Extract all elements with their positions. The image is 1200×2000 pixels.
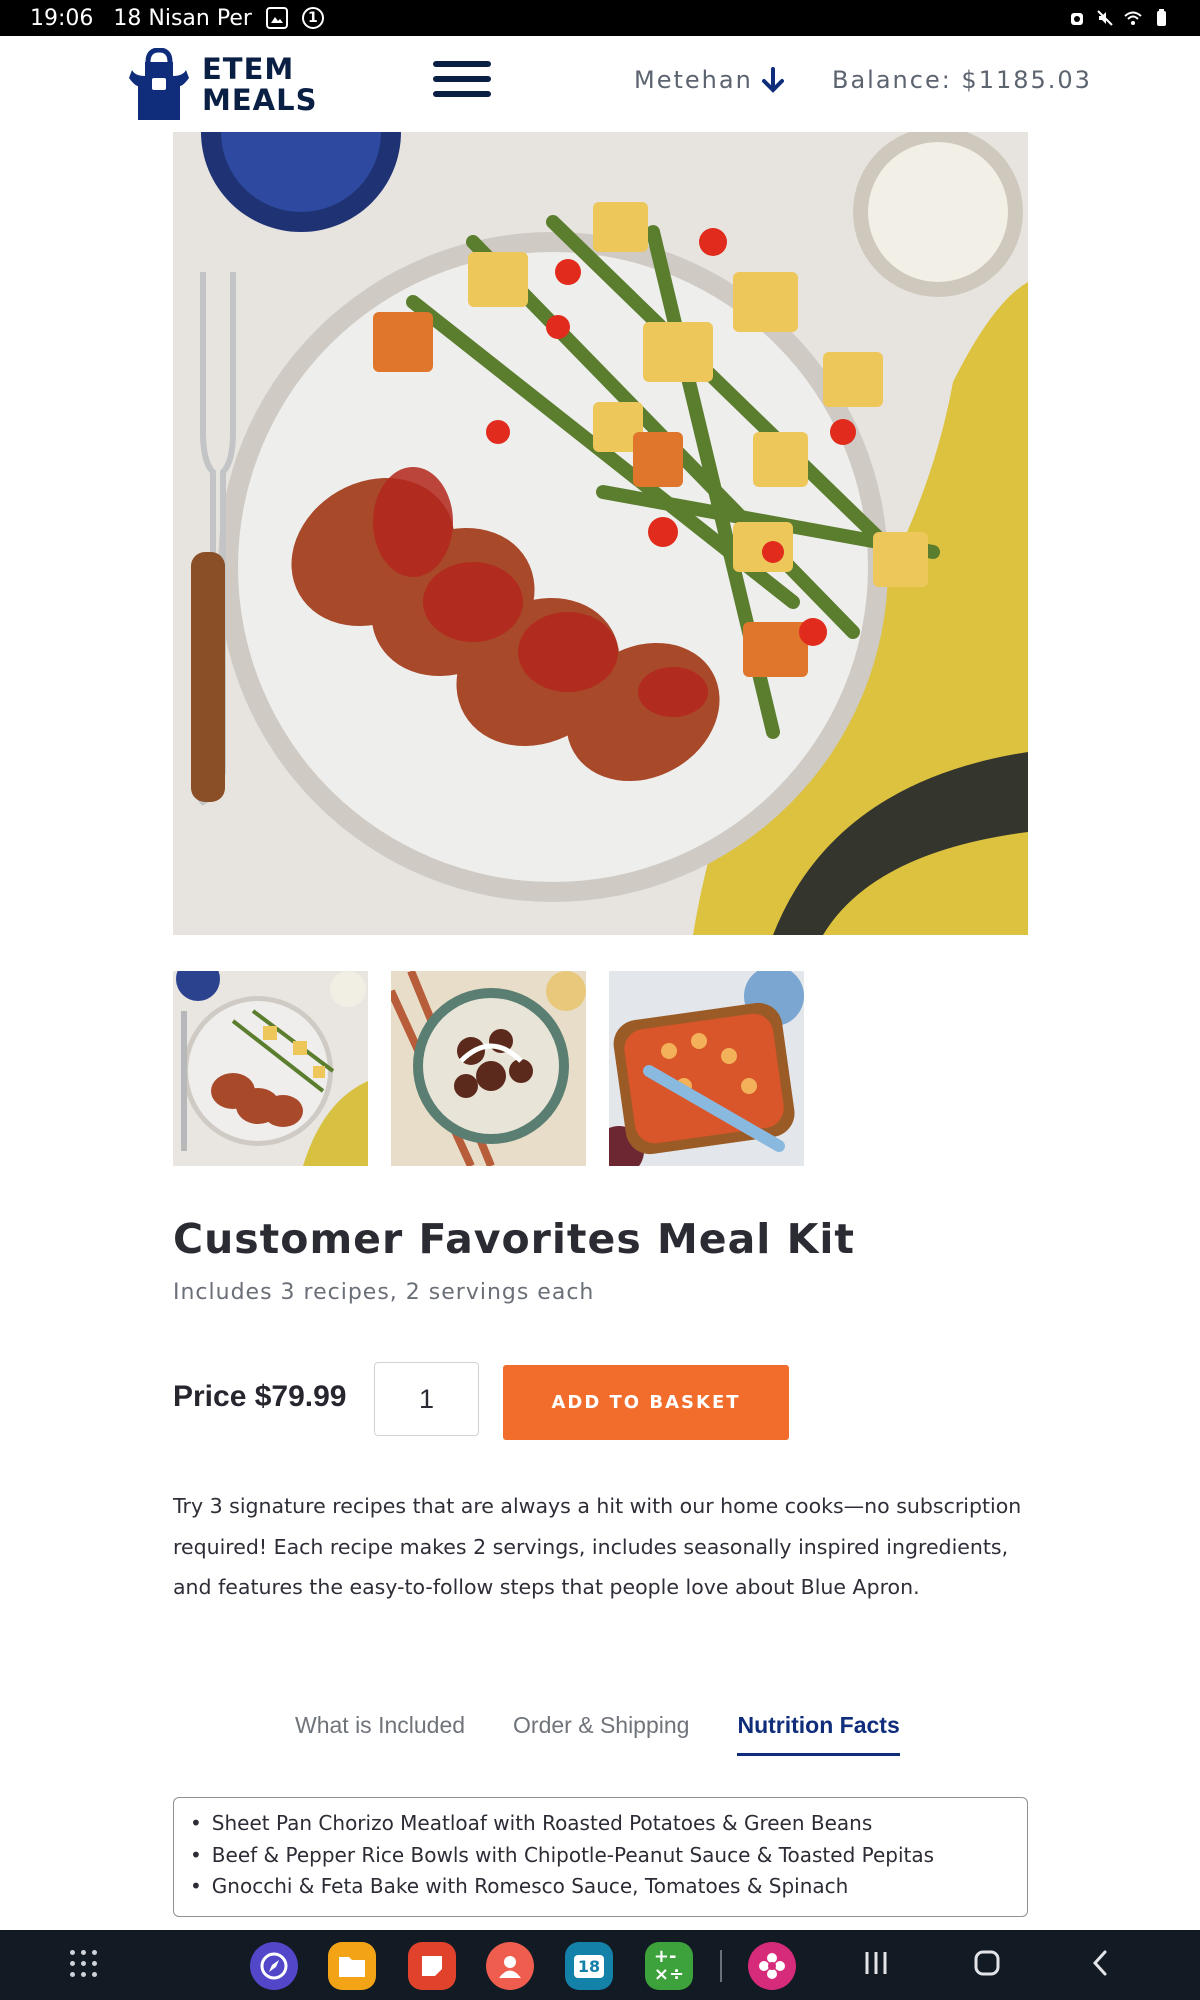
main-product-image (173, 132, 1028, 935)
product-price: Price $79.99 (173, 1380, 347, 1413)
user-menu[interactable]: Metehan (634, 66, 785, 94)
site-logo[interactable]: ETEM MEALS (128, 48, 317, 122)
thumbnail-meatloaf[interactable] (173, 971, 368, 1166)
product-title: Customer Favorites Meal Kit (173, 1215, 856, 1263)
apron-icon (129, 48, 189, 120)
list-item: Gnocchi & Feta Bake with Romesco Sauce, … (190, 1871, 1027, 1903)
add-to-basket-button[interactable]: ADD TO BASKET (503, 1365, 789, 1440)
contacts-icon[interactable] (486, 1942, 534, 1990)
system-nav-bar: 18 +- ×÷ (0, 1930, 1200, 2000)
alarm-icon (1071, 13, 1083, 25)
hamburger-menu-icon[interactable] (433, 58, 491, 100)
mute-icon (1097, 10, 1113, 26)
status-bar: 19:06 18 Nisan Per 1 (0, 0, 1200, 36)
arrow-down-icon (761, 67, 784, 93)
logo-line1: ETEM (202, 52, 295, 86)
status-date: 18 Nisan Per (113, 5, 252, 31)
thumbnail-gallery (173, 971, 804, 1166)
quantity-input[interactable] (374, 1362, 479, 1436)
back-icon[interactable] (1090, 1948, 1110, 1986)
tab-order-shipping[interactable]: Order & Shipping (513, 1712, 689, 1756)
notes-icon[interactable] (408, 1942, 456, 1990)
thumbnail-rice-bowl[interactable] (391, 971, 586, 1166)
home-icon[interactable] (973, 1948, 1001, 1986)
list-item: Beef & Pepper Rice Bowls with Chipotle-P… (190, 1840, 1027, 1872)
status-time: 19:06 (30, 5, 94, 31)
logo-line2: MEALS (202, 83, 318, 117)
user-name: Metehan (634, 66, 753, 94)
badge-icon: 1 (301, 7, 324, 29)
product-subtitle: Includes 3 recipes, 2 servings each (173, 1280, 595, 1305)
tab-content-panel: Sheet Pan Chorizo Meatloaf with Roasted … (173, 1797, 1028, 1917)
calendar-icon[interactable]: 18 (565, 1942, 613, 1990)
calculator-icon[interactable]: +- ×÷ (645, 1942, 693, 1990)
logo-wordmark: ETEM MEALS (202, 54, 317, 116)
browser-icon[interactable] (250, 1942, 298, 1990)
files-icon[interactable] (328, 1942, 376, 1990)
product-description: Try 3 signature recipes that are always … (173, 1494, 1022, 1599)
battery-icon (1157, 9, 1166, 26)
gallery-flower-icon[interactable] (748, 1942, 796, 1990)
tab-nutrition-facts[interactable]: Nutrition Facts (737, 1712, 900, 1756)
wifi-icon (1124, 11, 1142, 25)
recent-apps-icon[interactable] (863, 1948, 889, 1986)
account-balance: Balance: $1185.03 (832, 66, 1092, 94)
thumbnail-gnocchi-bake[interactable] (609, 971, 804, 1166)
list-item: Sheet Pan Chorizo Meatloaf with Roasted … (190, 1808, 1027, 1840)
product-tabs: What is Included Order & Shipping Nutrit… (295, 1712, 900, 1756)
included-recipes-list: Sheet Pan Chorizo Meatloaf with Roasted … (190, 1808, 1027, 1903)
site-header: ETEM MEALS Metehan Balance: $1185.03 (0, 36, 1200, 132)
calendar-day: 18 (573, 1954, 605, 1978)
gallery-icon (265, 7, 288, 29)
nav-divider (720, 1950, 722, 1982)
app-drawer-icon[interactable] (70, 1950, 98, 1978)
tab-what-is-included[interactable]: What is Included (295, 1712, 465, 1756)
